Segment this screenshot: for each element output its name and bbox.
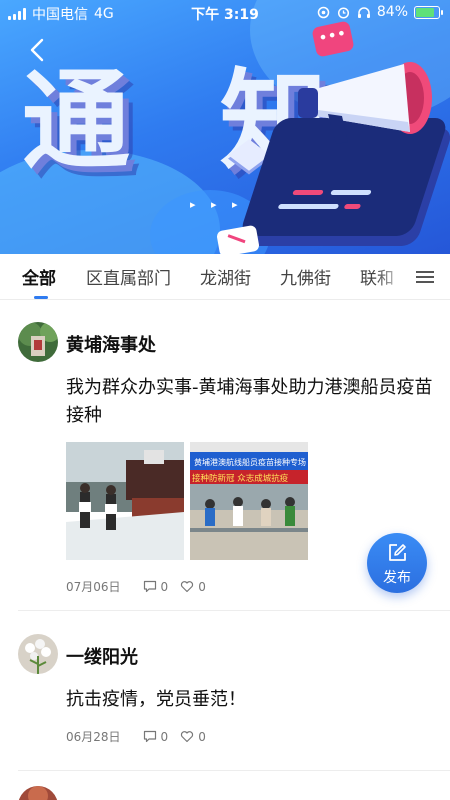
comment-count: 0 [160,579,169,594]
post-date: 06月28日 [66,730,121,744]
post-date: 07月06日 [66,580,121,594]
avatar[interactable] [18,634,58,674]
like-button[interactable]: 0 [180,580,206,594]
category-tabs: 全部 区直属部门 龙湖街 九佛街 联和 [0,254,450,300]
comment-icon [143,730,156,743]
hamburger-menu-icon[interactable] [414,268,436,286]
list-item[interactable] [18,786,450,800]
post-image[interactable]: 黄埔港澳航线船员疫苗接种专场 接种防新冠 众志成城抗疫 [190,442,308,560]
avatar[interactable] [18,322,58,362]
screen: 通 知 ▸ ▸ ▸ ••• 中国电信 4G 下午 3:19 84% 全部 区直属… [0,0,450,800]
publish-button[interactable]: 发布 [367,533,427,593]
battery-percent: 84% [376,4,408,20]
tab-district-departments[interactable]: 区直属部门 [86,264,171,289]
avatar[interactable] [18,786,58,800]
divider [18,770,450,771]
list-item[interactable]: 一缕阳光 抗击疫情，党员垂范！ 06月28日 0 0 [18,634,450,754]
location-icon [317,5,331,19]
post-title[interactable]: 我为群众办实事-黄埔海事处助力港澳船员疫苗接种 [66,374,436,430]
heart-icon [181,581,194,593]
post-image[interactable] [66,442,184,560]
like-button[interactable]: 0 [180,730,206,744]
comment-count: 0 [160,729,169,744]
battery-icon [414,5,443,19]
author-name[interactable]: 黄埔海事处 [66,331,156,357]
tab-jiufo-street[interactable]: 九佛街 [280,264,331,289]
divider [18,610,450,611]
alarm-icon [337,5,351,19]
active-tab-indicator [34,296,48,299]
status-bar: 中国电信 4G 下午 3:19 84% [0,0,450,24]
like-count: 0 [198,729,206,744]
post-title[interactable]: 抗击疫情，党员垂范！ [66,686,436,714]
heart-icon [181,731,194,743]
megaphone-icon [298,62,432,144]
headphones-icon [357,5,371,19]
vaccination-banner-text: 黄埔港澳航线船员疫苗接种专场 [194,457,306,467]
image-gallery: 黄埔港澳航线船员疫苗接种专场 接种防新冠 众志成城抗疫 [66,442,316,560]
back-chevron-icon[interactable] [24,36,52,64]
notice-banner: 通 知 ▸ ▸ ▸ ••• 中国电信 4G 下午 3:19 84% [0,0,450,254]
comment-button[interactable]: 0 [143,579,169,594]
banner-dots: ▸ ▸ ▸ [190,198,244,211]
tab-all[interactable]: 全部 [22,264,56,289]
author-name[interactable]: 一缕阳光 [66,643,138,669]
post-meta: 06月28日 0 0 [66,728,206,745]
publish-label: 发布 [383,570,411,586]
post-meta: 07月06日 0 0 [66,578,206,595]
comment-icon [143,580,156,593]
edit-icon [389,544,406,561]
tab-longhu-street[interactable]: 龙湖街 [200,264,251,289]
vaccination-slogan-text: 接种防新冠 众志成城抗疫 [192,473,289,484]
comment-button[interactable]: 0 [143,729,169,744]
like-count: 0 [198,579,206,594]
